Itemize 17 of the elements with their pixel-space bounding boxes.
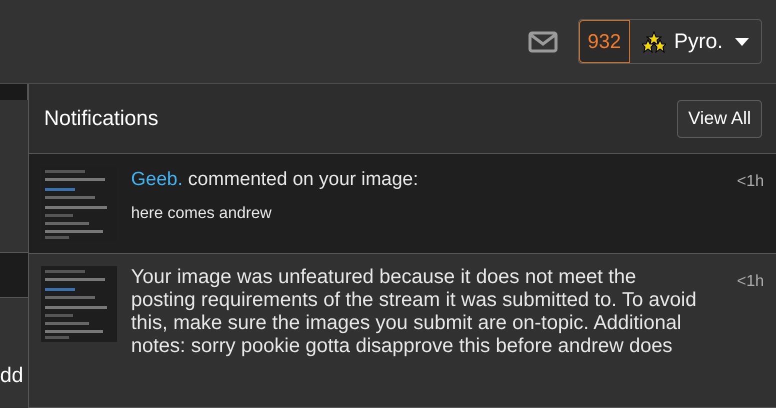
points-count: 932 [578, 20, 630, 63]
panel-title: Notifications [44, 106, 158, 132]
account-menu[interactable]: 932 Pyro. [578, 19, 762, 64]
mail-icon[interactable] [528, 30, 558, 52]
time-label: <1h [736, 172, 764, 192]
notification-text: commented on your image: [188, 169, 418, 190]
notification-text: Your image was unfeatured because it does not meet the posting requirements of the stream it was submitted to. To avoid this, make sure the images you submit are on-topic. Additional notes: sorry pookie gotta disapprove this before andrew does [131, 266, 698, 358]
text-fragment: dd [0, 365, 24, 386]
notification-item[interactable] [29, 254, 776, 408]
view-all-button[interactable]: View All [677, 100, 762, 138]
user-link[interactable]: Geeb. [131, 169, 183, 190]
notification-item[interactable]: Geeb. commented on your image: here comes andrew <1h [29, 154, 776, 254]
caret-icon [735, 36, 749, 46]
comment-text: here comes andrew [131, 204, 273, 224]
stars-icon [642, 30, 666, 52]
user-menu-button[interactable]: Pyro. [630, 20, 761, 63]
time-label: <1h [736, 272, 764, 292]
